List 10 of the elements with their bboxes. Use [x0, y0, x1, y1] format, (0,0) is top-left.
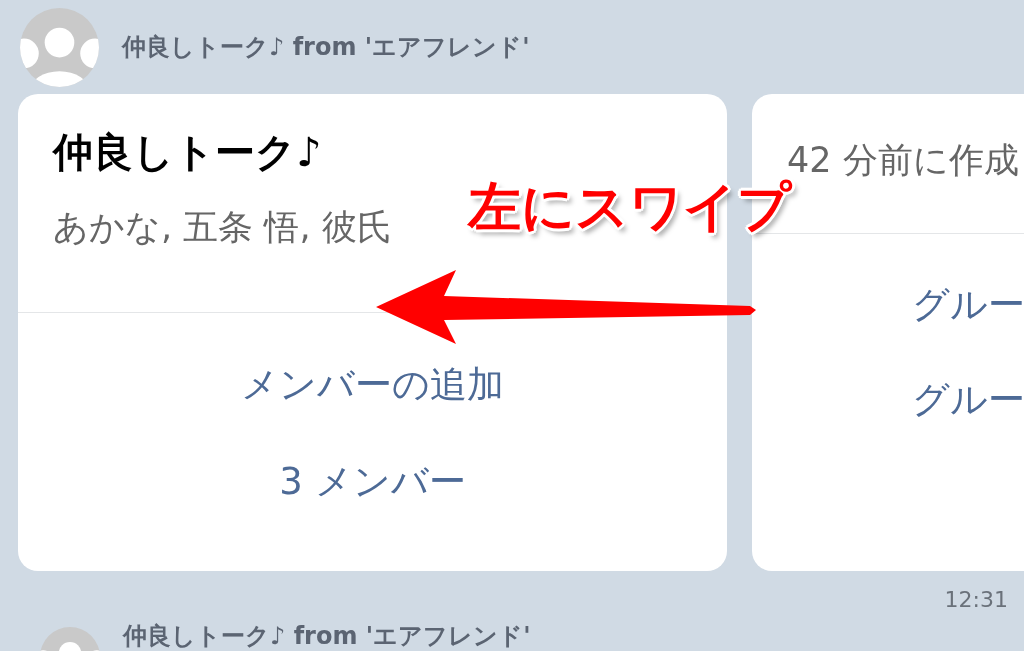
card-action-link[interactable]: グルー [912, 283, 1024, 327]
group-title: 仲良しトーク♪ [53, 128, 322, 176]
sender-name: 仲良しトーク♪ from 'エアフレンド' [122, 34, 530, 60]
sender-name: 仲良しトーク♪ from 'エアフレンド' [123, 623, 531, 649]
message-time: 12:31 [944, 587, 1008, 613]
member-list: あかな, 五条 悟, 彼氏 [53, 206, 392, 248]
card-action-link[interactable]: 3 メンバー [279, 460, 466, 504]
card-action-link[interactable]: グルー [912, 378, 1024, 422]
card-action-link[interactable]: メンバーの追加 [241, 363, 504, 407]
left-arrow-icon [376, 270, 756, 344]
